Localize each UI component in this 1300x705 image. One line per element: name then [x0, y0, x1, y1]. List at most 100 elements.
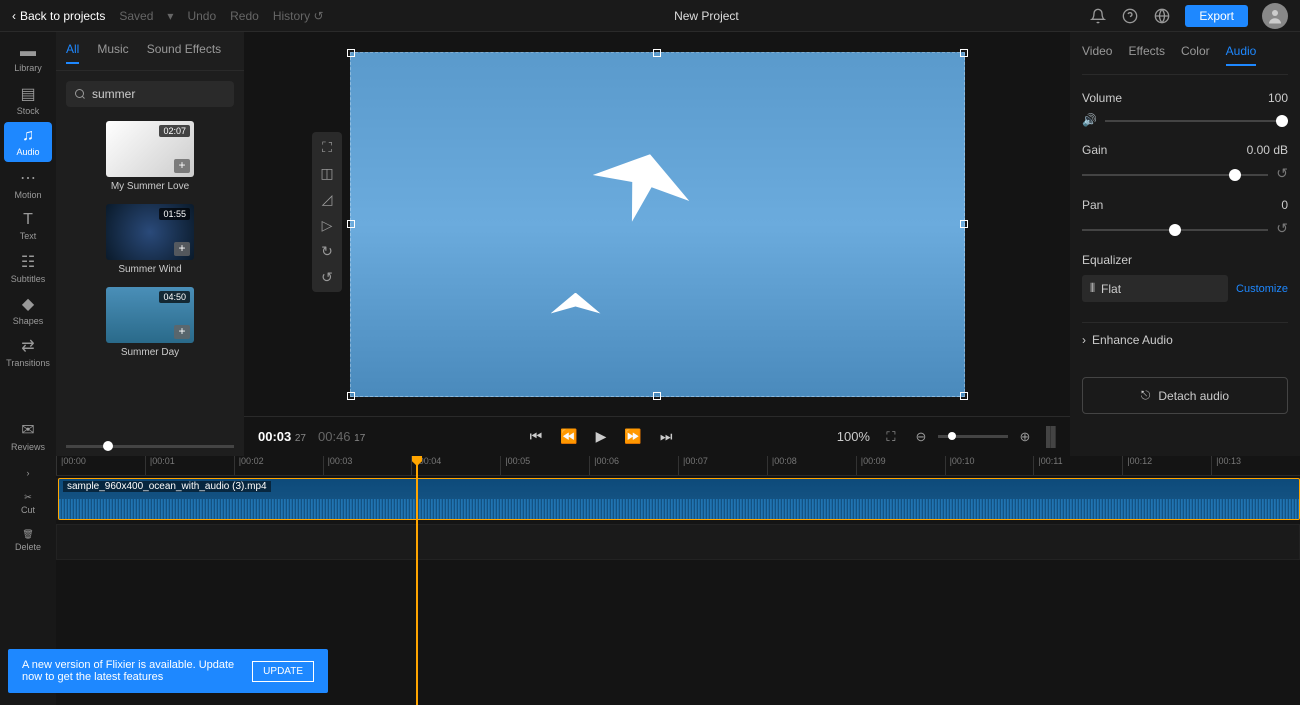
- forward-icon[interactable]: ⏩: [624, 428, 641, 445]
- ruler-tick: |00:11: [1033, 456, 1122, 475]
- equalizer-label: Equalizer: [1082, 253, 1132, 267]
- volume-value: 100: [1268, 91, 1288, 105]
- rail-reviews[interactable]: ✉Reviews: [4, 416, 52, 456]
- video-track[interactable]: sample_960x400_ocean_with_audio (3).mp4: [56, 478, 1300, 520]
- equalizer-preset-select[interactable]: ⫴ Flat: [1082, 275, 1228, 302]
- ruler-tick: |00:13: [1211, 456, 1300, 475]
- resize-handle[interactable]: [653, 49, 661, 57]
- preview-controls: 00:03 27 00:46 17 ⏮ ⏪ ▶ ⏩ ⏭ 100% ⛶ ⊖ ⊕: [244, 416, 1070, 456]
- enhance-audio-toggle[interactable]: › Enhance Audio: [1082, 322, 1288, 357]
- chevron-left-icon: ‹: [12, 9, 16, 23]
- skip-start-icon[interactable]: ⏮: [530, 428, 543, 445]
- rail-subtitles[interactable]: ☷Subtitles: [4, 248, 52, 288]
- pan-slider[interactable]: [1082, 229, 1268, 231]
- resize-handle[interactable]: [960, 49, 968, 57]
- ruler-tick: |00:08: [767, 456, 856, 475]
- lib-item-label: My Summer Love: [66, 181, 234, 192]
- user-avatar[interactable]: [1262, 3, 1288, 29]
- trash-icon: 🗑: [22, 529, 33, 540]
- history-button[interactable]: History ↺: [273, 9, 324, 23]
- tab-audio[interactable]: Audio: [1226, 44, 1257, 66]
- lib-item[interactable]: 04:50+ Summer Day: [66, 287, 234, 358]
- resize-handle[interactable]: [347, 49, 355, 57]
- zoom-in-icon[interactable]: ⊕: [1016, 428, 1034, 446]
- tab-color[interactable]: Color: [1181, 44, 1210, 66]
- timeline-expand[interactable]: ›: [8, 464, 48, 482]
- skip-end-icon[interactable]: ⏭: [660, 428, 673, 445]
- ruler-tick: |00:06: [589, 456, 678, 475]
- ruler-tick: |00:12: [1122, 456, 1211, 475]
- ruler-tick: |00:03: [323, 456, 412, 475]
- resize-handle[interactable]: [347, 392, 355, 400]
- add-button[interactable]: +: [174, 242, 190, 256]
- timeline-clip[interactable]: sample_960x400_ocean_with_audio (3).mp4: [58, 478, 1300, 520]
- current-time: 00:03: [258, 429, 291, 444]
- chevron-right-icon: ›: [1082, 333, 1086, 347]
- rail-audio[interactable]: ♫Audio: [4, 122, 52, 162]
- back-to-projects-link[interactable]: ‹ Back to projects: [12, 9, 105, 23]
- total-time: 00:46: [318, 429, 351, 444]
- resize-handle[interactable]: [960, 392, 968, 400]
- gain-slider[interactable]: [1082, 174, 1268, 176]
- export-button[interactable]: Export: [1185, 5, 1248, 27]
- detach-audio-button[interactable]: ⎋ Detach audio: [1082, 377, 1288, 414]
- rail-text[interactable]: TText: [4, 206, 52, 246]
- lib-tab-sfx[interactable]: Sound Effects: [147, 42, 222, 64]
- reviews-icon: ✉: [21, 420, 34, 440]
- lib-item-label: Summer Day: [66, 347, 234, 358]
- duration-badge: 02:07: [159, 125, 190, 137]
- notifications-icon[interactable]: [1089, 7, 1107, 25]
- help-icon[interactable]: [1121, 7, 1139, 25]
- reset-icon[interactable]: ↺: [1276, 220, 1288, 237]
- thumbnail-size-slider[interactable]: [56, 437, 244, 456]
- zoom-slider[interactable]: [938, 435, 1008, 438]
- lib-item[interactable]: 02:07 + My Summer Love: [66, 121, 234, 192]
- zoom-out-icon[interactable]: ⊖: [912, 428, 930, 446]
- playhead[interactable]: [416, 456, 418, 705]
- resize-handle[interactable]: [347, 220, 355, 228]
- lib-item[interactable]: 01:55+ Summer Wind: [66, 204, 234, 275]
- speaker-icon[interactable]: 🔊: [1082, 113, 1097, 127]
- ruler-tick: |00:07: [678, 456, 767, 475]
- rail-motion[interactable]: ⋯Motion: [4, 164, 52, 204]
- timeline-ruler[interactable]: |00:00|00:01|00:02|00:03|00:04|00:05|00:…: [56, 456, 1300, 476]
- lib-tab-music[interactable]: Music: [97, 42, 128, 64]
- ruler-tick: |00:09: [856, 456, 945, 475]
- globe-icon[interactable]: [1153, 7, 1171, 25]
- undo-button[interactable]: Undo: [187, 9, 216, 23]
- stock-icon: ▤: [20, 84, 35, 104]
- delete-button[interactable]: 🗑Delete: [8, 525, 48, 556]
- rail-library[interactable]: ▬Library: [4, 38, 52, 78]
- resize-handle[interactable]: [653, 392, 661, 400]
- add-button[interactable]: +: [174, 159, 190, 173]
- play-icon[interactable]: ▶: [596, 428, 607, 445]
- add-button[interactable]: +: [174, 325, 190, 339]
- rail-stock[interactable]: ▤Stock: [4, 80, 52, 120]
- resize-handle[interactable]: [960, 220, 968, 228]
- saved-dropdown-icon[interactable]: ▾: [167, 9, 173, 23]
- library-panel: All Music Sound Effects 02:07 + My Summer…: [56, 32, 244, 456]
- fullscreen-icon[interactable]: ⛶: [882, 428, 900, 446]
- lib-tab-all[interactable]: All: [66, 42, 79, 64]
- update-button[interactable]: UPDATE: [252, 661, 314, 682]
- search-input[interactable]: [92, 87, 247, 101]
- search-box[interactable]: [66, 81, 234, 107]
- reset-icon[interactable]: ↺: [1276, 165, 1288, 182]
- rewind-icon[interactable]: ⏪: [560, 428, 577, 445]
- volume-slider[interactable]: [1105, 120, 1288, 122]
- chevron-right-icon: ›: [27, 468, 30, 478]
- banner-text: A new version of Flixier is available. U…: [22, 659, 238, 683]
- rail-transitions[interactable]: ⇄Transitions: [4, 332, 52, 372]
- rail-shapes[interactable]: ◆Shapes: [4, 290, 52, 330]
- search-icon: [74, 88, 86, 100]
- ruler-tick: |00:10: [945, 456, 1034, 475]
- detach-icon: ⎋: [1141, 388, 1151, 403]
- cut-button[interactable]: ✂Cut: [8, 488, 48, 519]
- redo-button[interactable]: Redo: [230, 9, 259, 23]
- update-banner: A new version of Flixier is available. U…: [8, 649, 328, 693]
- tab-video[interactable]: Video: [1082, 44, 1112, 66]
- tab-effects[interactable]: Effects: [1128, 44, 1164, 66]
- preview-canvas[interactable]: [350, 52, 965, 397]
- empty-track[interactable]: [56, 524, 1300, 560]
- customize-link[interactable]: Customize: [1236, 283, 1288, 295]
